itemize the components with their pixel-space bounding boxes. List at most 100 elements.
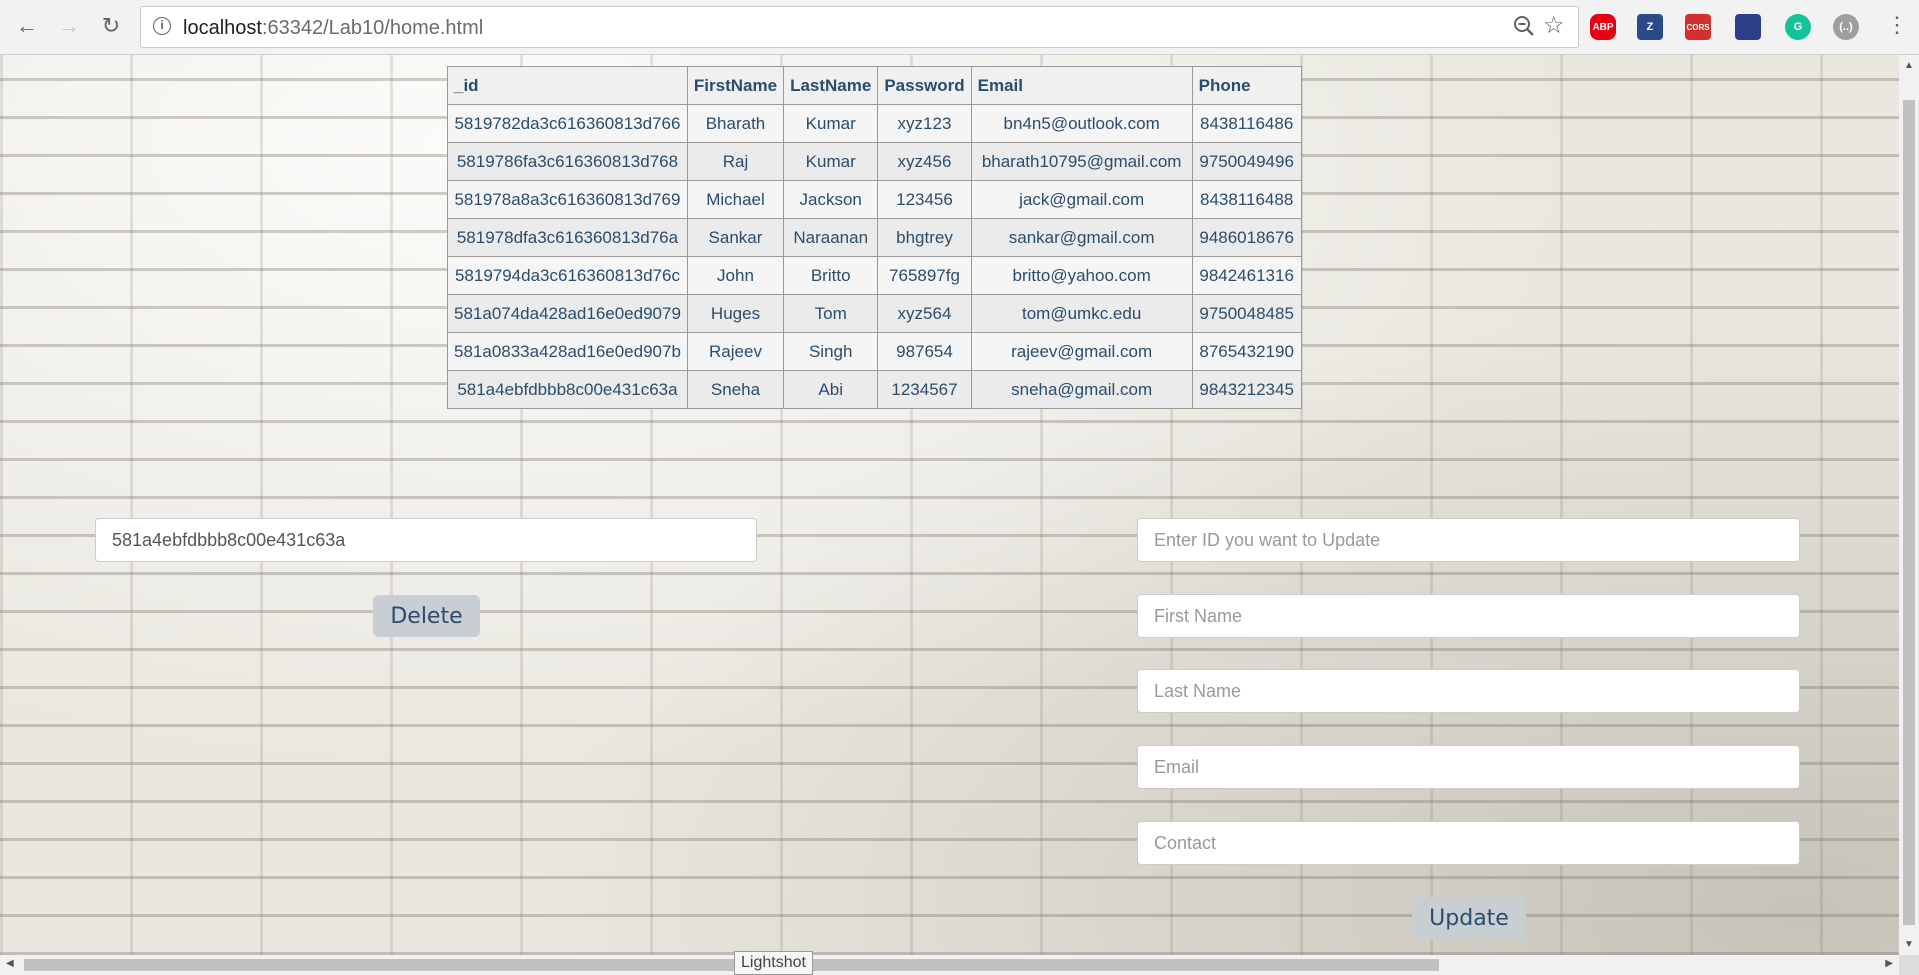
table-cell: 581978a8a3c616360813d769 <box>447 180 688 219</box>
cors-icon[interactable]: CORS <box>1685 14 1711 40</box>
table-cell: Singh <box>783 332 879 371</box>
browser-toolbar: ← → ↻ i localhost:63342/Lab10/home.html … <box>0 0 1919 55</box>
update-id-input[interactable] <box>1137 518 1800 562</box>
table-row: 581a074da428ad16e0ed9079 Huges Tom xyz564 to… <box>447 294 1302 333</box>
table-cell: xyz123 <box>877 104 972 143</box>
table-cell: 8438116486 <box>1191 104 1302 143</box>
table-cell: bn4n5@outlook.com <box>970 104 1193 143</box>
horizontal-scrollbar[interactable]: ◀ ▶ <box>0 955 1899 975</box>
browser-menu-icon[interactable]: ⋮ <box>1886 12 1908 38</box>
table-row: 581a4ebfdbbb8c00e431c63a Sneha Abi 1234567 s… <box>447 370 1302 409</box>
table-cell: 8438116488 <box>1191 180 1302 219</box>
reload-icon[interactable]: ↻ <box>96 11 126 41</box>
table-row: 581a0833a428ad16e0ed907b Rajeev Singh 98765… <box>447 332 1302 371</box>
scroll-left-icon[interactable]: ◀ <box>6 958 14 969</box>
zotero-icon[interactable]: Z <box>1637 14 1663 40</box>
table-cell: Raj <box>686 142 785 181</box>
table-cell: jack@gmail.com <box>970 180 1193 219</box>
vertical-scroll-thumb[interactable] <box>1903 100 1915 925</box>
table-row: 5819794da3c616360813d76c John Britto 765897… <box>447 256 1302 295</box>
table-cell: Michael <box>686 180 785 219</box>
address-bar[interactable]: i localhost:63342/Lab10/home.html ☆ <box>140 6 1579 48</box>
url-host: localhost <box>183 17 262 39</box>
table-cell: 1234567 <box>877 370 972 409</box>
scroll-right-icon[interactable]: ▶ <box>1885 958 1893 969</box>
page-background: _id FirstName LastName Password Email Ph… <box>0 55 1899 955</box>
column-header: _id <box>447 66 688 105</box>
table-cell: Kumar <box>783 104 879 143</box>
screenshot-ext-icon[interactable] <box>1735 14 1761 40</box>
table-cell: Abi <box>783 370 879 409</box>
table-cell: John <box>686 256 785 295</box>
update-button[interactable]: Update <box>1412 897 1526 939</box>
table-cell: 581a0833a428ad16e0ed907b <box>447 332 688 371</box>
table-cell: 5819782da3c616360813d766 <box>447 104 688 143</box>
table-cell: 9750048485 <box>1191 294 1302 333</box>
forward-arrow-icon[interactable]: → <box>54 11 84 41</box>
table-cell: bhgtrey <box>877 218 972 257</box>
table-cell: 581a4ebfdbbb8c00e431c63a <box>447 370 688 409</box>
table-row: 5819786fa3c616360813d768 Raj Kumar xyz456 bh… <box>447 142 1302 181</box>
table-cell: Jackson <box>783 180 879 219</box>
table-cell: britto@yahoo.com <box>970 256 1193 295</box>
vertical-scrollbar[interactable]: ▲ ▼ <box>1899 55 1919 955</box>
table-cell: Tom <box>783 294 879 333</box>
table-row: 581978a8a3c616360813d769 Michael Jackson 12… <box>447 180 1302 219</box>
table-cell: 5819786fa3c616360813d768 <box>447 142 688 181</box>
table-cell: 9486018676 <box>1191 218 1302 257</box>
last-name-input[interactable] <box>1137 669 1800 713</box>
contact-input[interactable] <box>1137 821 1800 865</box>
table-cell: 5819794da3c616360813d76c <box>447 256 688 295</box>
table-cell: Kumar <box>783 142 879 181</box>
table-cell: sneha@gmail.com <box>970 370 1193 409</box>
table-cell: rajeev@gmail.com <box>970 332 1193 371</box>
site-info-icon[interactable]: i <box>153 17 171 35</box>
table-cell: 9750049496 <box>1191 142 1302 181</box>
back-arrow-icon[interactable]: ← <box>12 11 42 41</box>
table-cell: 123456 <box>877 180 972 219</box>
table-cell: 987654 <box>877 332 972 371</box>
grammarly-icon[interactable]: G <box>1785 14 1811 40</box>
table-header-row: _id FirstName LastName Password Email Ph… <box>447 66 1302 105</box>
delete-id-input[interactable] <box>95 518 757 562</box>
url-text: localhost:63342/Lab10/home.html <box>183 17 483 40</box>
tooltip: Lightshot <box>734 951 813 975</box>
column-header: Password <box>877 66 972 105</box>
column-header: Phone <box>1191 66 1302 105</box>
table-cell: 581a074da428ad16e0ed9079 <box>447 294 688 333</box>
table-cell: 9842461316 <box>1191 256 1302 295</box>
table-cell: 765897fg <box>877 256 972 295</box>
horizontal-scroll-thumb[interactable] <box>24 959 1439 971</box>
table-cell: Bharath <box>686 104 785 143</box>
table-cell: Rajeev <box>686 332 785 371</box>
scroll-down-icon[interactable]: ▼ <box>1904 939 1914 950</box>
table-cell: xyz564 <box>877 294 972 333</box>
table-cell: Sankar <box>686 218 785 257</box>
json-viewer-icon[interactable]: (..) <box>1833 14 1859 40</box>
table-cell: 9843212345 <box>1191 370 1302 409</box>
scrollbar-corner <box>1899 955 1919 975</box>
table-cell: Britto <box>783 256 879 295</box>
table-cell: xyz456 <box>877 142 972 181</box>
url-path: :63342/Lab10/home.html <box>261 17 484 39</box>
zoom-icon[interactable] <box>1513 15 1535 37</box>
table-cell: tom@umkc.edu <box>970 294 1193 333</box>
table-cell: 8765432190 <box>1191 332 1302 371</box>
bookmark-star-icon[interactable]: ☆ <box>1543 11 1565 40</box>
email-input[interactable] <box>1137 745 1800 789</box>
table-cell: Naraanan <box>783 218 879 257</box>
table-cell: sankar@gmail.com <box>970 218 1193 257</box>
table-cell: Huges <box>686 294 785 333</box>
column-header: FirstName <box>686 66 785 105</box>
table-cell: Sneha <box>686 370 785 409</box>
first-name-input[interactable] <box>1137 594 1800 638</box>
column-header: LastName <box>783 66 879 105</box>
table-row: 581978dfa3c616360813d76a Sankar Naraanan bh… <box>447 218 1302 257</box>
adblock-plus-icon[interactable]: ABP <box>1590 14 1616 40</box>
scroll-up-icon[interactable]: ▲ <box>1904 60 1914 71</box>
table-cell: 581978dfa3c616360813d76a <box>447 218 688 257</box>
delete-button[interactable]: Delete <box>373 595 480 637</box>
table-cell: bharath10795@gmail.com <box>970 142 1193 181</box>
column-header: Email <box>970 66 1193 105</box>
table-row: 5819782da3c616360813d766 Bharath Kumar xyz1… <box>447 104 1302 143</box>
